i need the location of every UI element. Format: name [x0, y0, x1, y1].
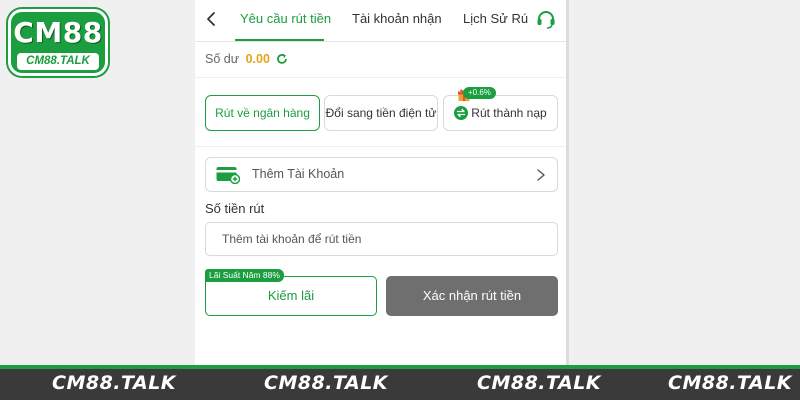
divider	[195, 77, 566, 78]
withdraw-panel: Yêu cầu rút tiền Tài khoản nhận Lịch Sử …	[195, 0, 566, 365]
option-crypto-exchange[interactable]: Đổi sang tiền điện tử	[324, 95, 438, 131]
refresh-icon[interactable]	[276, 53, 288, 65]
footer-brand: CM88.TALK	[52, 372, 177, 394]
footer-brand: CM88.TALK	[264, 372, 389, 394]
add-account-label: Thêm Tài Khoản	[252, 167, 345, 181]
amount-input[interactable]	[205, 222, 558, 256]
option-label: Rút thành nạp	[471, 106, 547, 120]
option-bank-withdraw[interactable]: Rút về ngân hàng	[205, 95, 320, 131]
headset-icon[interactable]	[535, 8, 557, 30]
exchange-icon	[454, 106, 469, 120]
chevron-right-icon	[537, 169, 545, 181]
balance-row: Số dư 0.00	[205, 52, 288, 66]
footer-brand: CM88.TALK	[477, 372, 602, 394]
logo-domain: CM88.TALK	[17, 53, 99, 70]
chevron-left-icon[interactable]	[203, 10, 221, 28]
tab-history[interactable]: Lịch Sử Rú	[463, 11, 528, 26]
wallet-add-icon	[216, 167, 240, 184]
amount-label: Số tiền rút	[205, 201, 265, 216]
promo-badge: +0.6%	[463, 87, 496, 99]
option-label: Đổi sang tiền điện tử	[325, 106, 437, 120]
footer-brand: CM88.TALK	[668, 372, 793, 394]
balance-label: Số dư	[205, 52, 240, 66]
active-tab-indicator	[235, 39, 324, 41]
logo-text: CM88	[13, 16, 103, 49]
tab-withdraw-request[interactable]: Yêu cầu rút tiền	[240, 11, 331, 26]
earn-interest-button[interactable]: Kiếm lãi	[205, 276, 377, 316]
panel-border	[566, 0, 569, 365]
tab-bar: Yêu cầu rút tiền Tài khoản nhận Lịch Sử …	[195, 0, 566, 42]
add-account-row[interactable]: Thêm Tài Khoản	[205, 157, 558, 192]
interest-rate-badge: Lãi Suất Năm 88%	[205, 269, 284, 282]
tab-receiving-account[interactable]: Tài khoản nhận	[352, 11, 442, 26]
divider	[195, 146, 566, 147]
confirm-withdraw-button[interactable]: Xác nhận rút tiền	[386, 276, 558, 316]
brand-logo: CM88 CM88.TALK	[8, 9, 108, 76]
balance-value: 0.00	[245, 52, 270, 66]
footer-strip: CM88.TALK CM88.TALK CM88.TALK CM88.TALK	[0, 369, 800, 400]
option-label: Rút về ngân hàng	[215, 106, 310, 120]
